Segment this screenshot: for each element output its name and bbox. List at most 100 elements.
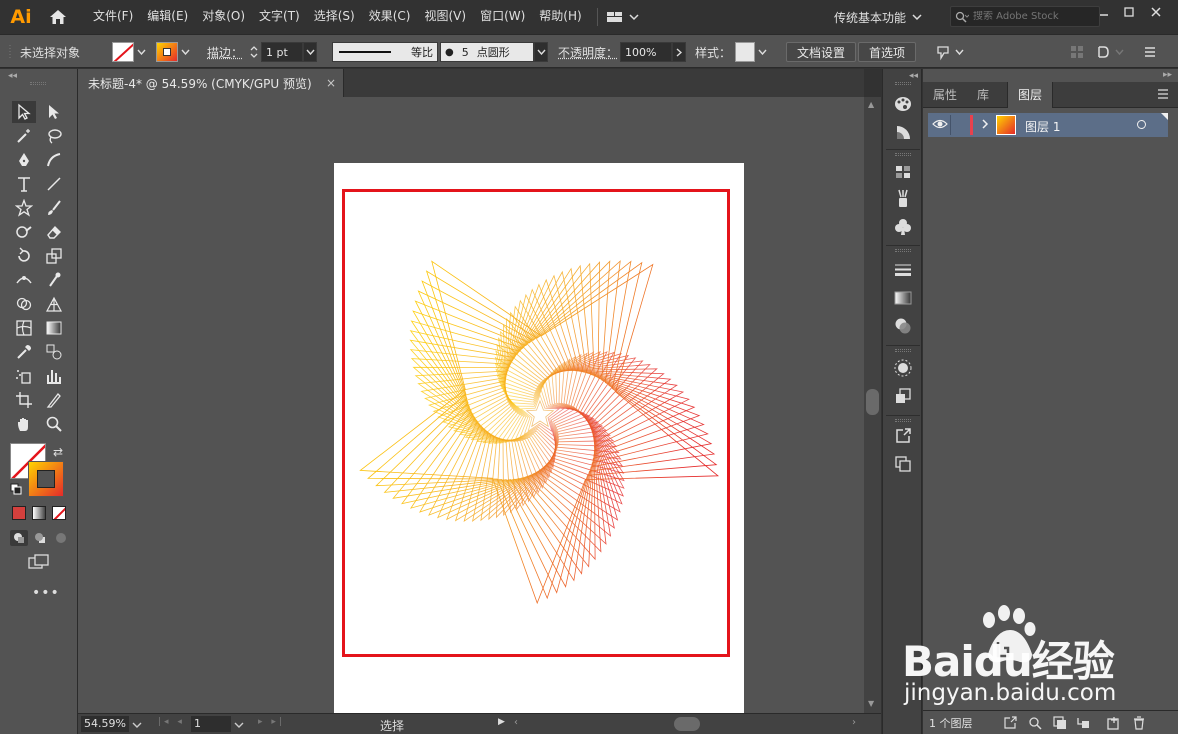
first-prev-artboard-icon[interactable]: |◂ ◂ — [158, 717, 185, 727]
eyedropper-tool-icon[interactable] — [12, 341, 36, 363]
chevron-right-icon[interactable] — [981, 118, 989, 133]
opacity-control[interactable]: 100% — [620, 41, 686, 63]
menu-select[interactable]: 选择(S) — [307, 0, 362, 33]
eraser-tool-icon[interactable] — [42, 221, 66, 243]
panel-menu-icon[interactable] — [1156, 88, 1170, 103]
align-grid-icon[interactable] — [1070, 41, 1084, 63]
export-asset-icon[interactable] — [891, 425, 915, 447]
dock-grip[interactable] — [895, 419, 911, 422]
dock-grip[interactable] — [895, 349, 911, 352]
collapse-panel-icon[interactable]: ▸▸ — [1163, 70, 1172, 80]
puppet-warp-icon[interactable] — [935, 41, 967, 63]
control-menu-icon[interactable] — [1143, 41, 1157, 63]
rotate-tool-icon[interactable] — [12, 245, 36, 267]
width-tool-icon[interactable] — [12, 269, 36, 291]
artboard-tool-icon[interactable] — [12, 389, 36, 411]
swatches-panel-icon[interactable] — [891, 161, 915, 183]
dock-grip[interactable] — [895, 249, 911, 252]
menu-help[interactable]: 帮助(H) — [532, 0, 588, 33]
stroke-gradient-swatch[interactable] — [156, 42, 178, 62]
collapse-dock-icon[interactable]: ◂◂ — [909, 71, 918, 81]
spiral-star-artwork[interactable] — [334, 163, 744, 663]
artboard-number-field[interactable]: 1 — [191, 716, 231, 732]
layer-name[interactable]: 图层 1 — [1025, 118, 1060, 135]
vertical-scrollbar[interactable]: ▲ ▼ — [864, 97, 881, 713]
create-sublayer-icon[interactable] — [1075, 715, 1091, 731]
tab-layers[interactable]: 图层 — [1007, 82, 1054, 108]
stock-search-box[interactable] — [950, 6, 1100, 27]
curvature-tool-icon[interactable] — [42, 149, 66, 171]
visibility-eye-icon[interactable] — [932, 118, 948, 133]
chevron-down-icon[interactable] — [534, 42, 548, 62]
artboards-panel-icon[interactable] — [891, 453, 915, 475]
zoom-field[interactable]: 54.59% — [81, 716, 129, 732]
perspective-grid-tool-icon[interactable] — [42, 293, 66, 315]
vertical-scroll-thumb[interactable] — [866, 389, 879, 415]
document-setup-button[interactable]: 文档设置 — [786, 42, 857, 62]
column-graph-tool-icon[interactable] — [42, 365, 66, 387]
menu-type[interactable]: 文字(T) — [252, 0, 307, 33]
export-for-screens-icon[interactable] — [1002, 715, 1018, 731]
line-tool-icon[interactable] — [42, 173, 66, 195]
layer-row[interactable]: 图层 1 — [928, 113, 1168, 137]
direct-selection-tool-icon[interactable] — [42, 101, 66, 123]
mesh-tool-icon[interactable] — [12, 317, 36, 339]
shape-builder-tool-icon[interactable] — [12, 293, 36, 315]
delete-layer-icon[interactable] — [1131, 715, 1147, 731]
stroke-swatch[interactable] — [156, 41, 192, 63]
target-circle-icon[interactable] — [1137, 120, 1146, 129]
draw-normal-icon[interactable] — [10, 530, 28, 546]
menu-effect[interactable]: 效果(C) — [362, 0, 418, 33]
symbol-sprayer-tool-icon[interactable] — [12, 365, 36, 387]
close-window-button[interactable] — [1145, 3, 1167, 21]
star-tool-icon[interactable] — [12, 197, 36, 219]
scroll-down-icon[interactable]: ▼ — [868, 699, 874, 708]
gradient-tool-icon[interactable] — [42, 317, 66, 339]
color-guide-icon[interactable] — [891, 121, 915, 143]
toolbox-grip[interactable] — [30, 82, 46, 85]
style-preview[interactable] — [735, 42, 755, 62]
brush-definition-field[interactable]: ● 5 点圆形 — [440, 42, 534, 62]
brushes-panel-icon[interactable] — [891, 188, 915, 210]
gradient-mode-icon[interactable] — [32, 506, 46, 520]
default-fill-stroke-icon[interactable] — [10, 483, 22, 498]
control-grip[interactable] — [8, 41, 14, 63]
menu-edit[interactable]: 编辑(E) — [140, 0, 195, 33]
artboard-dropdown-icon[interactable] — [234, 718, 244, 732]
next-last-artboard-icon[interactable]: ▸ ▸| — [258, 717, 285, 727]
menu-window[interactable]: 窗口(W) — [473, 0, 532, 33]
scroll-right-icon[interactable]: › — [852, 717, 856, 728]
stroke-panel-icon[interactable] — [891, 259, 915, 281]
pen-tool-icon[interactable] — [12, 149, 36, 171]
horizontal-scroll-thumb[interactable] — [674, 717, 700, 731]
transform-icon[interactable] — [1096, 41, 1128, 63]
transparency-panel-icon[interactable] — [891, 315, 915, 337]
type-tool-icon[interactable] — [12, 173, 36, 195]
menu-view[interactable]: 视图(V) — [417, 0, 473, 33]
chevron-down-icon[interactable] — [134, 42, 148, 62]
scale-tool-icon[interactable] — [42, 245, 66, 267]
appearance-panel-icon[interactable] — [891, 357, 915, 379]
zoom-tool-icon[interactable] — [42, 413, 66, 435]
style-swatch[interactable] — [735, 41, 769, 63]
chevron-right-icon[interactable] — [672, 42, 686, 62]
color-mode-icon[interactable] — [12, 506, 26, 520]
zoom-dropdown-icon[interactable] — [132, 718, 142, 732]
canvas-area[interactable] — [78, 97, 864, 713]
fill-none-swatch[interactable] — [112, 42, 134, 62]
slice-tool-icon[interactable] — [42, 389, 66, 411]
stroke-weight-field[interactable]: 1 pt — [261, 42, 303, 62]
maximize-button[interactable] — [1118, 3, 1140, 21]
make-clipping-mask-icon[interactable] — [1052, 715, 1068, 731]
none-mode-icon[interactable] — [52, 506, 66, 520]
workspace-switcher[interactable]: 传统基本功能 — [834, 7, 922, 27]
minimize-button[interactable] — [1093, 3, 1115, 21]
stroke-label[interactable]: 描边： — [207, 41, 243, 63]
paintbrush-tool-icon[interactable] — [42, 197, 66, 219]
selection-tool-icon[interactable] — [12, 101, 36, 123]
lock-column[interactable] — [950, 115, 951, 135]
preferences-button[interactable]: 首选项 — [858, 42, 917, 62]
symbols-panel-icon[interactable] — [891, 216, 915, 238]
fill-swatch[interactable] — [112, 41, 148, 63]
swap-fill-stroke-icon[interactable]: ⇄ — [53, 445, 63, 459]
